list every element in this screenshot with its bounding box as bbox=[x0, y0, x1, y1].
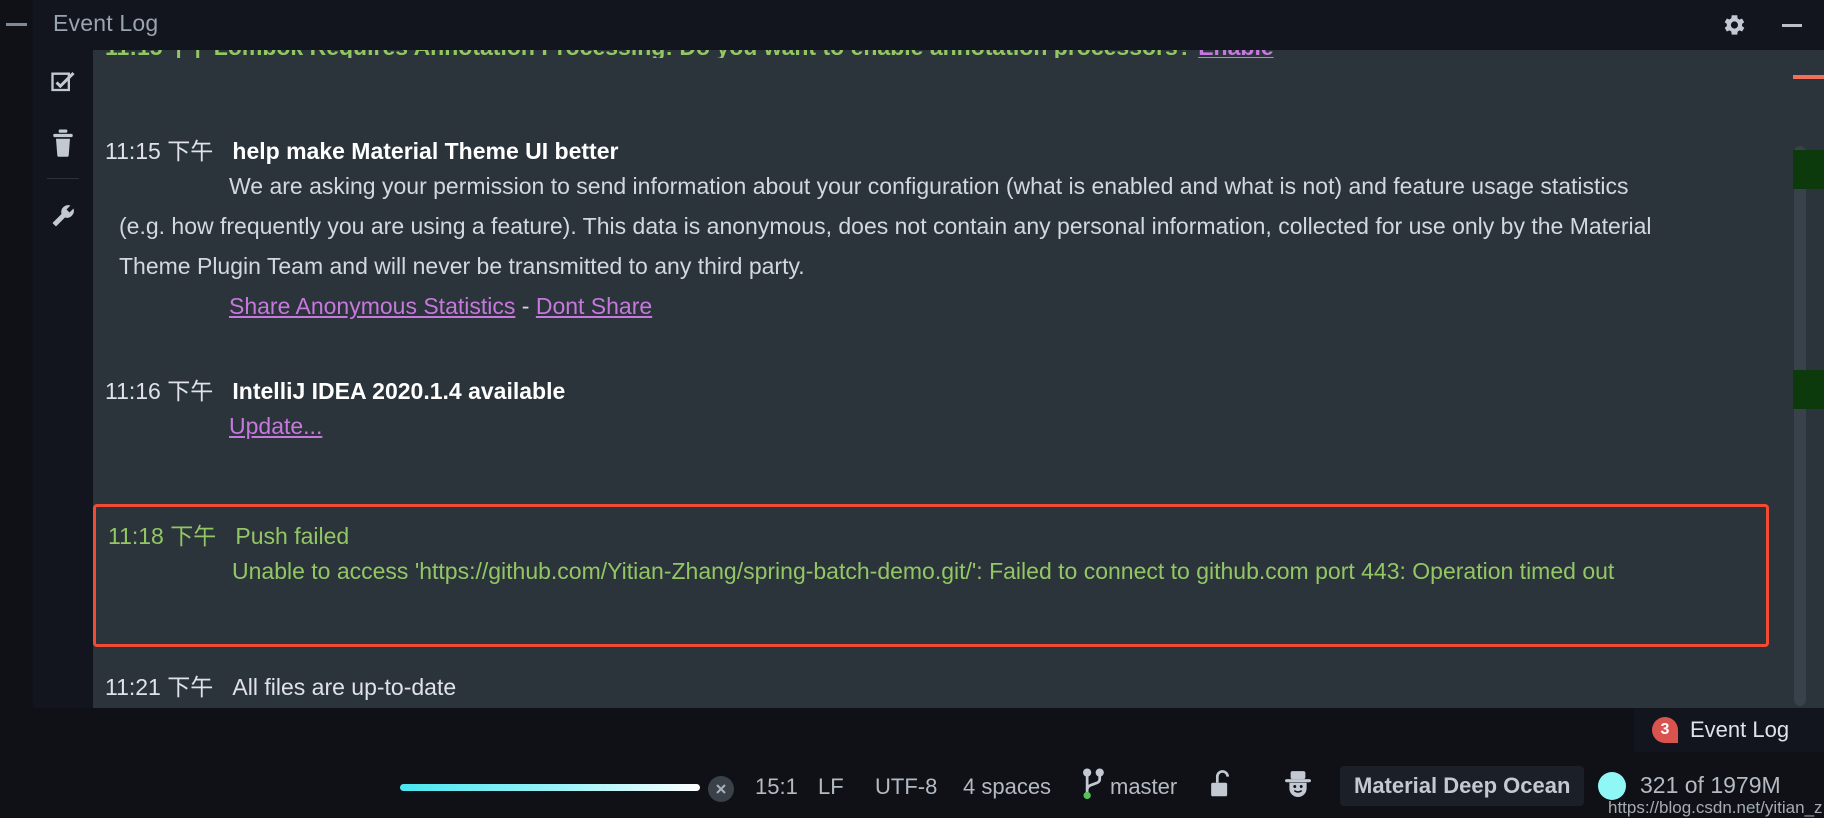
title-bar-actions bbox=[1720, 0, 1806, 50]
collapse-dash-icon[interactable] bbox=[6, 23, 27, 26]
console-scrollbar-thumb[interactable] bbox=[1794, 146, 1806, 706]
caret-position[interactable]: 15:1 bbox=[755, 774, 798, 800]
event-log-window: Event Log 11:15 下午 help make Material Th… bbox=[0, 0, 1824, 818]
log-entry-time: 11:16 下午 bbox=[105, 378, 214, 404]
theme-indicator[interactable]: Material Deep Ocean bbox=[1340, 766, 1585, 806]
enable-link[interactable]: Enable bbox=[1198, 50, 1273, 58]
title-bar-main bbox=[33, 0, 1824, 50]
share-anonymous-statistics-link[interactable]: Share Anonymous Statistics bbox=[229, 293, 515, 319]
stop-circle-icon[interactable] bbox=[708, 776, 734, 802]
line-separator[interactable]: LF bbox=[818, 774, 844, 800]
info-marker[interactable] bbox=[1793, 370, 1824, 409]
git-branch-icon[interactable] bbox=[1080, 768, 1108, 805]
error-marker[interactable] bbox=[1793, 75, 1824, 79]
settings-wrench-icon[interactable] bbox=[46, 199, 80, 233]
log-entry-title: IntelliJ IDEA 2020.1.4 available bbox=[232, 378, 566, 404]
log-entry-actions: Update... bbox=[93, 406, 1733, 446]
dont-share-link[interactable]: Dont Share bbox=[536, 293, 652, 319]
log-entry-time: 11:15 下午 bbox=[105, 138, 214, 164]
log-entry-material-theme: 11:15 下午 help make Material Theme UI bet… bbox=[93, 132, 1733, 326]
log-entry-clipped: 11:15 | | Lombok Requires Annotation Pro… bbox=[93, 50, 1733, 58]
log-entry-time: 11:15 bbox=[105, 50, 163, 58]
log-entry-body: We are asking your permission to send in… bbox=[119, 173, 1652, 279]
gear-icon[interactable] bbox=[1720, 11, 1748, 39]
link-separator: - bbox=[521, 293, 530, 319]
log-entry-title: All files are up-to-date bbox=[232, 674, 457, 700]
status-bar: 15:1 LF UTF-8 4 spaces master Material D… bbox=[0, 752, 1824, 818]
event-log-toolbar bbox=[33, 50, 93, 708]
indent-setting[interactable]: 4 spaces bbox=[963, 774, 1051, 800]
mark-all-read-icon[interactable] bbox=[46, 66, 80, 100]
background-task-progress bbox=[400, 784, 700, 791]
window-title: Event Log bbox=[53, 10, 159, 36]
toolbar-divider bbox=[47, 178, 79, 179]
watermark: https://blog.csdn.net/yitian_z bbox=[1608, 798, 1823, 817]
log-entry-time: 11:21 下午 bbox=[105, 674, 214, 700]
log-entry-up-to-date: 11:21 下午 All files are up-to-date bbox=[93, 668, 1733, 702]
git-branch-label[interactable]: master bbox=[1110, 774, 1177, 800]
log-entry-actions: Share Anonymous Statistics - Dont Share bbox=[93, 286, 1733, 326]
title-bar-left-stub bbox=[0, 0, 33, 50]
update-link[interactable]: Update... bbox=[229, 413, 322, 439]
log-entry-body: Unable to access 'https://github.com/Yit… bbox=[232, 558, 1615, 584]
event-log-badge: 3 bbox=[1652, 717, 1678, 743]
file-encoding[interactable]: UTF-8 bbox=[875, 774, 937, 800]
info-marker[interactable] bbox=[1793, 150, 1824, 189]
title-bar: Event Log bbox=[0, 0, 1824, 50]
hector-inspector-icon[interactable] bbox=[1282, 768, 1314, 805]
event-log-console[interactable]: 11:15 | | Lombok Requires Annotation Pro… bbox=[93, 50, 1824, 708]
log-entry-message: Do you want to enable annotation process… bbox=[679, 50, 1191, 58]
tab-event-log-label: Event Log bbox=[1690, 717, 1790, 742]
bottom-tab-strip bbox=[0, 708, 1634, 752]
log-entry-idea-update: 11:16 下午 IntelliJ IDEA 2020.1.4 availabl… bbox=[93, 372, 1733, 446]
log-entry-title: help make Material Theme UI better bbox=[232, 138, 619, 164]
left-gutter bbox=[0, 50, 33, 708]
delete-icon[interactable] bbox=[46, 126, 80, 160]
log-entry-push-failed[interactable]: 11:18 下午 Push failed Unable to access 'h… bbox=[93, 504, 1769, 647]
minimize-icon[interactable] bbox=[1778, 11, 1806, 39]
log-entry-title: Lombok Requires Annotation Processing! bbox=[214, 50, 673, 58]
tab-event-log[interactable]: 3 Event Log bbox=[1634, 708, 1824, 752]
memory-indicator[interactable]: 321 of 1979M bbox=[1640, 772, 1781, 799]
theme-color-dot[interactable] bbox=[1598, 772, 1626, 800]
log-entry-time: 11:18 下午 bbox=[108, 523, 217, 549]
unlocked-padlock-icon[interactable] bbox=[1208, 768, 1234, 805]
log-entry-title: Push failed bbox=[235, 523, 350, 549]
